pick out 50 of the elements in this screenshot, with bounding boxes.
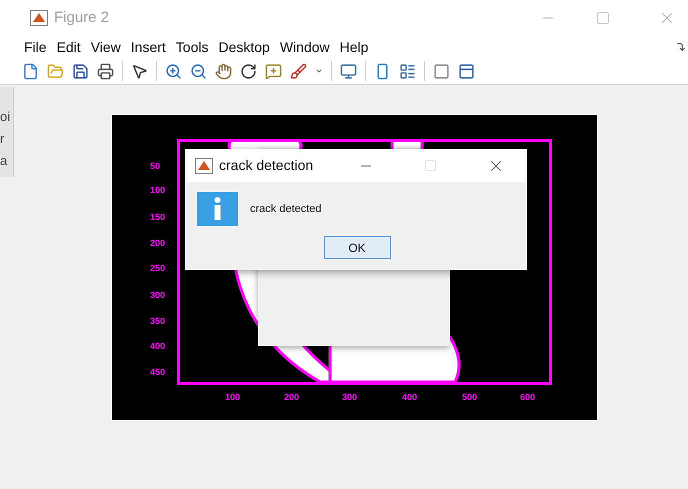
brush-icon[interactable]: [290, 62, 307, 80]
window-title: Figure 2: [54, 8, 110, 28]
x-tick-label: 500: [462, 392, 478, 402]
rotate-icon[interactable]: [240, 62, 257, 80]
pointer-icon[interactable]: [131, 62, 148, 80]
menu-item[interactable]: Help: [340, 36, 368, 58]
data-tip-icon[interactable]: [265, 62, 282, 80]
menu-item[interactable]: Window: [280, 36, 330, 58]
new-file-icon[interactable]: [22, 62, 39, 80]
y-tick-label: 400: [150, 341, 166, 351]
y-tick-label: 350: [150, 316, 166, 326]
monitor-icon[interactable]: [340, 62, 357, 80]
square-icon[interactable]: [433, 62, 450, 80]
zoom-in-icon[interactable]: [165, 62, 182, 80]
menu-item[interactable]: View: [90, 36, 121, 58]
menu-item[interactable]: Insert: [130, 36, 166, 58]
dialog-message: crack detected: [250, 202, 322, 217]
y-tick-label: 250: [150, 263, 166, 273]
x-tick-label: 600: [520, 392, 536, 402]
x-tick-label: 300: [342, 392, 358, 402]
y-tick-label: 200: [150, 238, 166, 248]
legend-icon[interactable]: [399, 62, 416, 80]
menu-item[interactable]: Tools: [176, 36, 208, 58]
y-tick-label: 100: [150, 185, 166, 195]
x-tick-label: 200: [284, 392, 300, 402]
caret-icon[interactable]: [315, 67, 323, 75]
y-tick-label: 50: [150, 161, 160, 171]
cut-off-text: oi: [0, 109, 12, 125]
app-logo-icon: [195, 158, 213, 174]
app-logo-icon: [30, 10, 48, 26]
y-tick-label: 450: [150, 367, 166, 377]
dock-arrow-icon[interactable]: [676, 42, 686, 52]
hand-icon[interactable]: [215, 62, 232, 80]
menu-item[interactable]: Desktop: [218, 36, 270, 58]
panel-icon[interactable]: [458, 62, 475, 80]
maximize-icon[interactable]: [596, 11, 610, 25]
y-tick-label: 150: [150, 212, 166, 222]
ok-button[interactable]: OK: [324, 236, 390, 259]
save-icon[interactable]: [72, 62, 89, 80]
info-icon: [197, 192, 238, 226]
cut-off-text: a: [0, 153, 8, 169]
cut-off-text: r: [0, 131, 6, 147]
menu-item[interactable]: Edit: [56, 36, 81, 58]
y-tick-label: 300: [150, 290, 166, 300]
menu-item[interactable]: File: [24, 36, 47, 58]
x-tick-label: 100: [225, 392, 240, 402]
printer-icon[interactable]: [97, 62, 114, 80]
dialog-title: crack detection: [219, 156, 314, 175]
zoom-out-icon[interactable]: [190, 62, 207, 80]
x-tick-label: 400: [402, 392, 418, 402]
